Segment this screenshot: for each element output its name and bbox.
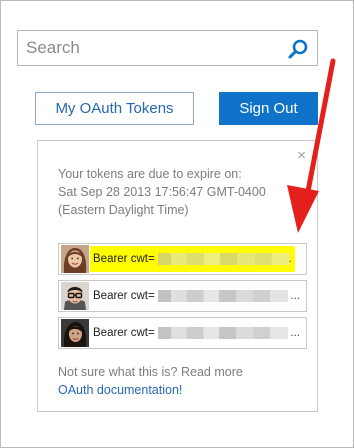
my-oauth-tokens-button[interactable]: My OAuth Tokens: [35, 92, 194, 125]
redacted-token: [158, 290, 288, 302]
expiry-notice: Your tokens are due to expire on: Sat Se…: [58, 165, 298, 219]
token-label: Bearer cwt=: [93, 290, 155, 302]
oauth-documentation-link[interactable]: OAuth documentation!: [58, 383, 182, 397]
red-arrow-annotation: [287, 58, 336, 233]
token-row[interactable]: Bearer cwt= ...: [58, 280, 307, 312]
avatar: [61, 245, 89, 273]
search-input[interactable]: [26, 37, 276, 59]
expiry-date: Sat Sep 28 2013 17:56:47 GMT-0400: [58, 185, 266, 199]
avatar: [61, 319, 89, 347]
token-row[interactable]: Bearer cwt= .: [58, 243, 307, 275]
token-row[interactable]: Bearer cwt= ...: [58, 317, 307, 349]
redacted-token: [158, 253, 290, 265]
window-frame: My OAuth Tokens Sign Out × Your tokens a…: [0, 0, 354, 448]
help-text: Not sure what this is? Read more: [58, 365, 243, 379]
expiry-timezone: (Eastern Daylight Time): [58, 203, 189, 217]
token-label: Bearer cwt=: [93, 327, 155, 339]
token-ellipsis: ...: [290, 327, 300, 339]
avatar: [61, 282, 89, 310]
token-label: Bearer cwt=: [93, 253, 155, 265]
token-list: Bearer cwt= . Bearer cwt= ... Bearer cwt…: [58, 243, 307, 354]
tokens-panel: × Your tokens are due to expire on: Sat …: [37, 140, 318, 412]
expiry-line-1: Your tokens are due to expire on:: [58, 167, 242, 181]
help-footer: Not sure what this is? Read more OAuth d…: [58, 363, 308, 399]
search-box[interactable]: [17, 30, 318, 66]
token-ellipsis: ...: [290, 290, 300, 302]
redacted-token: [158, 327, 288, 339]
token-ellipsis: .: [288, 253, 292, 265]
